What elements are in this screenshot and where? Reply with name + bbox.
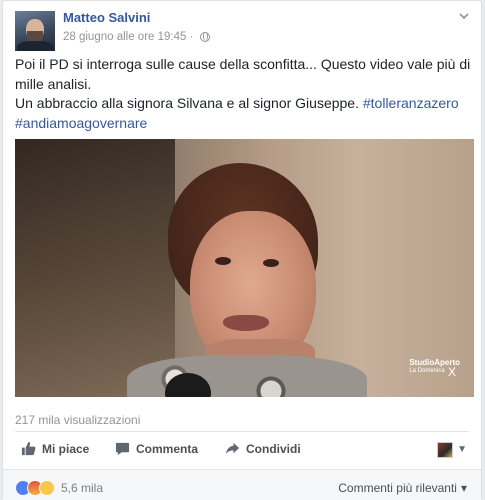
post-text-fragment: Un abbraccio alla signora Silvana e al s… bbox=[15, 95, 359, 111]
reactions-count: 5,6 mila bbox=[61, 481, 104, 495]
share-arrow-icon bbox=[225, 441, 240, 456]
hashtag-link[interactable]: #andiamoagovernare bbox=[15, 115, 147, 131]
post-card: Matteo Salvini 28 giugno alle ore 19:45 … bbox=[2, 0, 482, 500]
chevron-down-icon[interactable] bbox=[459, 11, 469, 21]
video-subject-eye bbox=[215, 257, 231, 265]
page-selector-avatar[interactable] bbox=[437, 442, 453, 458]
chevron-down-icon[interactable]: ▼ bbox=[457, 444, 467, 455]
video-subject-eye bbox=[263, 259, 279, 267]
post-text-line: Un abbraccio alla signora Silvana e al s… bbox=[15, 94, 473, 114]
post-footer: 5,6 mila Commenti più rilevanti ▾ bbox=[3, 469, 481, 500]
globe-icon bbox=[200, 32, 211, 42]
hashtag-link[interactable]: #tolleranzazero bbox=[363, 95, 459, 111]
comment-label: Commenta bbox=[136, 441, 199, 456]
comment-button[interactable]: Commenta bbox=[115, 441, 198, 456]
watermark-mark: X bbox=[448, 365, 457, 379]
author-name[interactable]: Matteo Salvini bbox=[63, 10, 150, 25]
post-meta: 28 giugno alle ore 19:45 · bbox=[63, 31, 211, 43]
video-subject-clothes bbox=[127, 355, 367, 397]
view-count: 217 mila visualizzazioni bbox=[15, 413, 141, 427]
sad-reaction-icon bbox=[39, 480, 55, 496]
thumbs-up-icon bbox=[21, 441, 36, 456]
comment-sort-label: Commenti più rilevanti bbox=[338, 481, 457, 495]
video-subject-mouth bbox=[223, 315, 269, 331]
author-avatar[interactable] bbox=[15, 11, 55, 51]
post-timestamp[interactable]: 28 giugno alle ore 19:45 · bbox=[63, 31, 193, 43]
video-player[interactable]: StudioAperto La Domenica X bbox=[15, 139, 474, 397]
divider bbox=[15, 431, 469, 432]
share-button[interactable]: Condividi bbox=[225, 441, 301, 456]
post-header: Matteo Salvini 28 giugno alle ore 19:45 … bbox=[15, 5, 469, 51]
share-label: Condividi bbox=[246, 441, 301, 456]
post-text-line: Poi il PD si interroga sulle cause della… bbox=[15, 56, 471, 72]
post-text: Poi il PD si interroga sulle cause della… bbox=[15, 55, 473, 133]
post-text-line: #andiamoagovernare bbox=[15, 114, 473, 134]
comment-sort-dropdown[interactable]: Commenti più rilevanti ▾ bbox=[338, 481, 467, 495]
comment-bubble-icon bbox=[115, 441, 130, 456]
chevron-down-icon: ▾ bbox=[460, 481, 467, 495]
video-background-shadow bbox=[15, 139, 175, 397]
avatar-shirt bbox=[17, 41, 53, 51]
like-label: Mi piace bbox=[42, 441, 90, 456]
like-button[interactable]: Mi piace bbox=[21, 441, 89, 456]
action-bar: Mi piace Commenta Condividi ▼ bbox=[15, 441, 473, 463]
post-text-line: mille analisi. bbox=[15, 75, 92, 92]
reactions-summary[interactable]: 5,6 mila bbox=[15, 480, 103, 496]
